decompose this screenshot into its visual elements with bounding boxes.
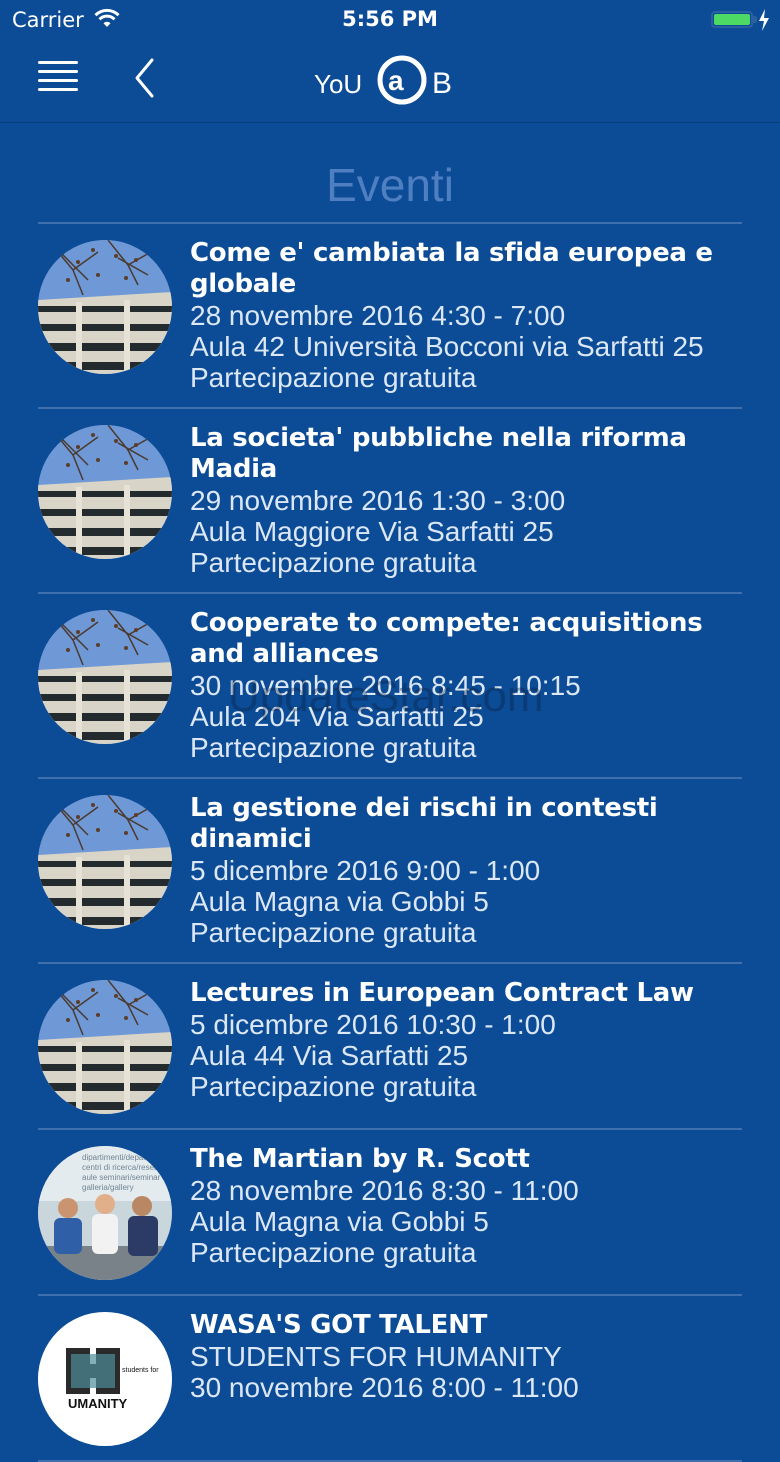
svg-text:galleria/gallery: galleria/gallery: [82, 1183, 134, 1192]
event-list-item[interactable]: Come e' cambiata la sfida europea e glob…: [38, 224, 742, 409]
event-title: WASA'S GOT TALENT: [190, 1310, 488, 1340]
event-location: Aula Maggiore Via Sarfatti 25: [190, 516, 554, 547]
battery-tip: [753, 16, 757, 23]
event-thumbnail: [38, 425, 172, 559]
svg-text:aule seminari/seminar: aule seminari/seminar: [82, 1173, 161, 1182]
event-thumbnail: UMANITY students for: [38, 1312, 172, 1446]
event-location: Aula 42 Università Bocconi via Sarfatti …: [190, 331, 704, 362]
event-list-item[interactable]: La societa' pubbliche nella riforma Madi…: [38, 409, 742, 594]
event-fee: Partecipazione gratuita: [190, 362, 477, 393]
event-location: 30 novembre 2016 8:00 - 11:00: [190, 1372, 579, 1403]
event-thumbnail: [38, 795, 172, 929]
app-logo: YoU a B: [314, 55, 452, 105]
event-fee: Partecipazione gratuita: [190, 1071, 477, 1102]
event-fee: Partecipazione gratuita: [190, 732, 477, 763]
svg-text:students for: students for: [122, 1367, 159, 1374]
event-thumbnail: [38, 610, 172, 744]
event-title: La gestione dei rischi in contesti dinam…: [190, 793, 658, 854]
event-thumbnail: [38, 980, 172, 1114]
watermark: UpdateStar.com: [228, 672, 544, 721]
status-bar: Carrier 5:56 PM: [0, 0, 780, 40]
hamburger-menu-icon[interactable]: [36, 58, 82, 98]
event-thumbnail: [38, 240, 172, 374]
svg-text:UMANITY: UMANITY: [68, 1396, 128, 1411]
event-location: Aula Magna via Gobbi 5: [190, 1206, 489, 1237]
event-datetime: 5 dicembre 2016 9:00 - 1:00: [190, 855, 541, 886]
event-title: Lectures in European Contract Law: [190, 978, 694, 1008]
event-fee: Partecipazione gratuita: [190, 1237, 477, 1268]
nav-bar: YoU a B: [0, 40, 780, 123]
svg-text:B: B: [432, 67, 452, 100]
back-chevron-icon[interactable]: [130, 56, 162, 100]
event-list-item[interactable]: La gestione dei rischi in contesti dinam…: [38, 779, 742, 964]
svg-text:dipartimenti/departm: dipartimenti/departm: [82, 1153, 155, 1162]
event-list-item[interactable]: Lectures in European Contract Law 5 dicem…: [38, 964, 742, 1130]
charging-bolt-icon: [759, 9, 769, 31]
event-datetime: STUDENTS FOR HUMANITY: [190, 1341, 562, 1372]
event-datetime: 5 dicembre 2016 10:30 - 1:00: [190, 1009, 556, 1040]
event-title: Cooperate to compete: acquisitions and a…: [190, 608, 703, 669]
event-list[interactable]: Come e' cambiata la sfida europea e glob…: [0, 224, 780, 1462]
event-title: Come e' cambiata la sfida europea e glob…: [190, 238, 713, 299]
svg-text:a: a: [388, 65, 404, 96]
event-location: Aula 44 Via Sarfatti 25: [190, 1040, 469, 1071]
battery-icon: [711, 11, 753, 28]
event-fee: Partecipazione gratuita: [190, 917, 477, 948]
event-fee: Partecipazione gratuita: [190, 547, 477, 578]
event-datetime: 28 novembre 2016 4:30 - 7:00: [190, 300, 566, 331]
clock: 5:56 PM: [342, 7, 438, 31]
event-thumbnail: dipartimenti/departm centri di ricerca/r…: [38, 1146, 172, 1280]
svg-text:YoU: YoU: [314, 69, 362, 99]
event-title: La societa' pubbliche nella riforma Madi…: [190, 423, 687, 484]
event-datetime: 29 novembre 2016 1:30 - 3:00: [190, 485, 566, 516]
event-location: Aula Magna via Gobbi 5: [190, 886, 489, 917]
event-title: The Martian by R. Scott: [190, 1144, 530, 1174]
svg-text:centri di ricerca/research: centri di ricerca/research: [82, 1163, 170, 1172]
event-datetime: 28 novembre 2016 8:30 - 11:00: [190, 1175, 579, 1206]
event-list-item[interactable]: dipartimenti/departm centri di ricerca/r…: [38, 1130, 742, 1296]
page-title: Eventi: [326, 159, 454, 211]
event-list-item[interactable]: UMANITY students for WASA'S GOT TALENT ST…: [38, 1296, 742, 1462]
